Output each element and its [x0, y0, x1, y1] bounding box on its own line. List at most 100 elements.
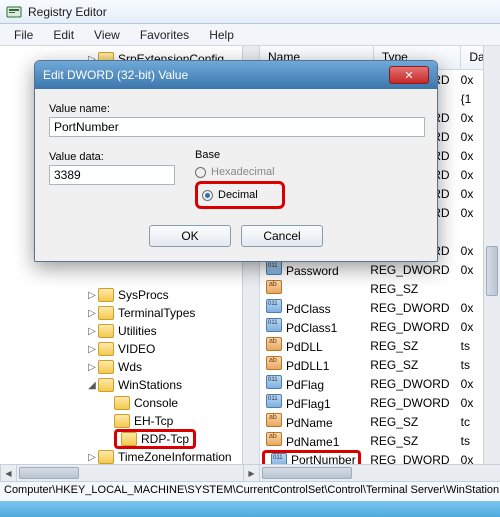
- dword-value-icon: [266, 299, 282, 313]
- hscroll-row: ◀ ▶: [0, 464, 500, 481]
- tree-twisty-icon[interactable]: ▷: [86, 344, 98, 355]
- statusbar-path: Computer\HKEY_LOCAL_MACHINE\SYSTEM\Curre…: [0, 481, 500, 501]
- dword-value-icon: [266, 318, 282, 332]
- tree-twisty-icon[interactable]: ▷: [86, 362, 98, 373]
- radio-decimal[interactable]: Decimal: [202, 186, 258, 204]
- tree-twisty-icon[interactable]: ▷: [86, 308, 98, 319]
- folder-icon: [98, 342, 114, 356]
- list-row[interactable]: PdFlag1REG_DWORD0x: [260, 393, 500, 412]
- dialog-title: Edit DWORD (32-bit) Value: [43, 68, 188, 82]
- hscroll-right[interactable]: ▶: [243, 465, 260, 481]
- folder-icon: [98, 360, 114, 374]
- list-row[interactable]: PdName1REG_SZts: [260, 431, 500, 450]
- folder-icon: [98, 288, 114, 302]
- value-name-label: Value name:: [49, 103, 110, 115]
- window-titlebar: Registry Editor: [0, 0, 500, 24]
- list-row[interactable]: PdFlagREG_DWORD0x: [260, 374, 500, 393]
- list-row[interactable]: REG_SZ: [260, 279, 500, 298]
- value-type: REG_SZ: [370, 282, 460, 296]
- value-name: Password: [286, 264, 339, 278]
- folder-icon: [98, 450, 114, 464]
- value-name: PdName1: [286, 435, 339, 449]
- tree-twisty-icon[interactable]: ▷: [86, 326, 98, 337]
- value-type: REG_SZ: [370, 358, 460, 372]
- tree-twisty-icon[interactable]: ◢: [86, 380, 98, 391]
- radio-hex-label: Hexadecimal: [211, 166, 275, 178]
- string-value-icon: [266, 413, 282, 427]
- folder-icon: [98, 378, 114, 392]
- radio-dec-label: Decimal: [218, 189, 258, 201]
- tree-item-label: Wds: [118, 360, 142, 374]
- value-name: PdFlag: [286, 378, 324, 392]
- value-type: REG_SZ: [370, 434, 460, 448]
- value-type: REG_DWORD: [370, 377, 460, 391]
- menu-edit[interactable]: Edit: [43, 26, 84, 44]
- menu-file[interactable]: File: [4, 26, 43, 44]
- close-icon[interactable]: ✕: [389, 66, 429, 84]
- tree-item-label: RDP-Tcp: [141, 432, 189, 446]
- list-hscroll[interactable]: [260, 465, 500, 481]
- string-value-icon: [266, 337, 282, 351]
- value-data-input[interactable]: [49, 165, 175, 185]
- value-name: PdDLL1: [286, 359, 329, 373]
- ok-button[interactable]: OK: [149, 225, 231, 247]
- menu-favorites[interactable]: Favorites: [130, 26, 199, 44]
- value-type: REG_DWORD: [370, 320, 460, 334]
- tree-twisty-icon[interactable]: ▷: [86, 290, 98, 301]
- window-title: Registry Editor: [28, 5, 107, 19]
- tree-item-label: SysProcs: [118, 288, 169, 302]
- list-row[interactable]: PdClass1REG_DWORD0x: [260, 317, 500, 336]
- taskbar: [0, 501, 500, 517]
- value-type: REG_DWORD: [370, 263, 460, 277]
- tree-item[interactable]: ▷ SysProcs: [6, 286, 259, 304]
- list-row[interactable]: PdDLLREG_SZts: [260, 336, 500, 355]
- tree-item-label: VIDEO: [118, 342, 155, 356]
- tree-item[interactable]: ▷ TerminalTypes: [6, 304, 259, 322]
- tree-item[interactable]: ◢ WinStations: [6, 376, 259, 394]
- dword-value-icon: [271, 453, 287, 465]
- radio-hexadecimal[interactable]: Hexadecimal: [195, 163, 285, 181]
- tree-item[interactable]: ▷ Wds: [6, 358, 259, 376]
- tree-item[interactable]: ▷TimeZoneInformation: [6, 448, 259, 464]
- tree-item-label: EH-Tcp: [134, 414, 173, 428]
- tree-twisty-icon[interactable]: ▷: [86, 452, 98, 463]
- regedit-icon: [6, 4, 22, 20]
- tree-item-label: TerminalTypes: [118, 306, 195, 320]
- value-type: REG_DWORD: [370, 453, 460, 465]
- tree-item-label: WinStations: [118, 378, 182, 392]
- list-row[interactable]: PdDLL1REG_SZts: [260, 355, 500, 374]
- hscroll-left[interactable]: ◀: [0, 465, 17, 481]
- edit-dword-dialog: Edit DWORD (32-bit) Value ✕ Value name: …: [34, 60, 438, 262]
- value-name-input[interactable]: [49, 117, 425, 137]
- tree-item[interactable]: RDP-Tcp: [6, 430, 259, 448]
- value-name: PdFlag1: [286, 397, 331, 411]
- list-row[interactable]: PdNameREG_SZtc: [260, 412, 500, 431]
- tree-item[interactable]: EH-Tcp: [6, 412, 259, 430]
- radio-dot-icon: [195, 167, 206, 178]
- folder-icon: [98, 324, 114, 338]
- dword-value-icon: [266, 375, 282, 389]
- value-name: PdName: [286, 416, 333, 430]
- string-value-icon: [266, 280, 282, 294]
- dword-value-icon: [266, 261, 282, 275]
- cancel-button[interactable]: Cancel: [241, 225, 323, 247]
- tree-item[interactable]: Console: [6, 394, 259, 412]
- tree-item[interactable]: ▷ VIDEO: [6, 340, 259, 358]
- dialog-titlebar[interactable]: Edit DWORD (32-bit) Value ✕: [35, 61, 437, 89]
- tree-item[interactable]: ▷ Utilities: [6, 322, 259, 340]
- value-name: PdClass: [286, 302, 331, 316]
- menu-help[interactable]: Help: [199, 26, 244, 44]
- tree-item-label: Utilities: [118, 324, 157, 338]
- value-name: PdClass1: [286, 321, 337, 335]
- tree-hscroll[interactable]: [17, 465, 243, 481]
- menu-view[interactable]: View: [84, 26, 130, 44]
- list-row[interactable]: PasswordREG_DWORD0x: [260, 260, 500, 279]
- value-type: REG_DWORD: [370, 396, 460, 410]
- list-row[interactable]: PortNumberREG_DWORD0x: [260, 450, 500, 464]
- list-row[interactable]: PdClassREG_DWORD0x: [260, 298, 500, 317]
- list-scrollbar[interactable]: [483, 46, 500, 464]
- value-type: REG_DWORD: [370, 301, 460, 315]
- folder-icon: [121, 432, 137, 446]
- dword-value-icon: [266, 394, 282, 408]
- string-value-icon: [266, 356, 282, 370]
